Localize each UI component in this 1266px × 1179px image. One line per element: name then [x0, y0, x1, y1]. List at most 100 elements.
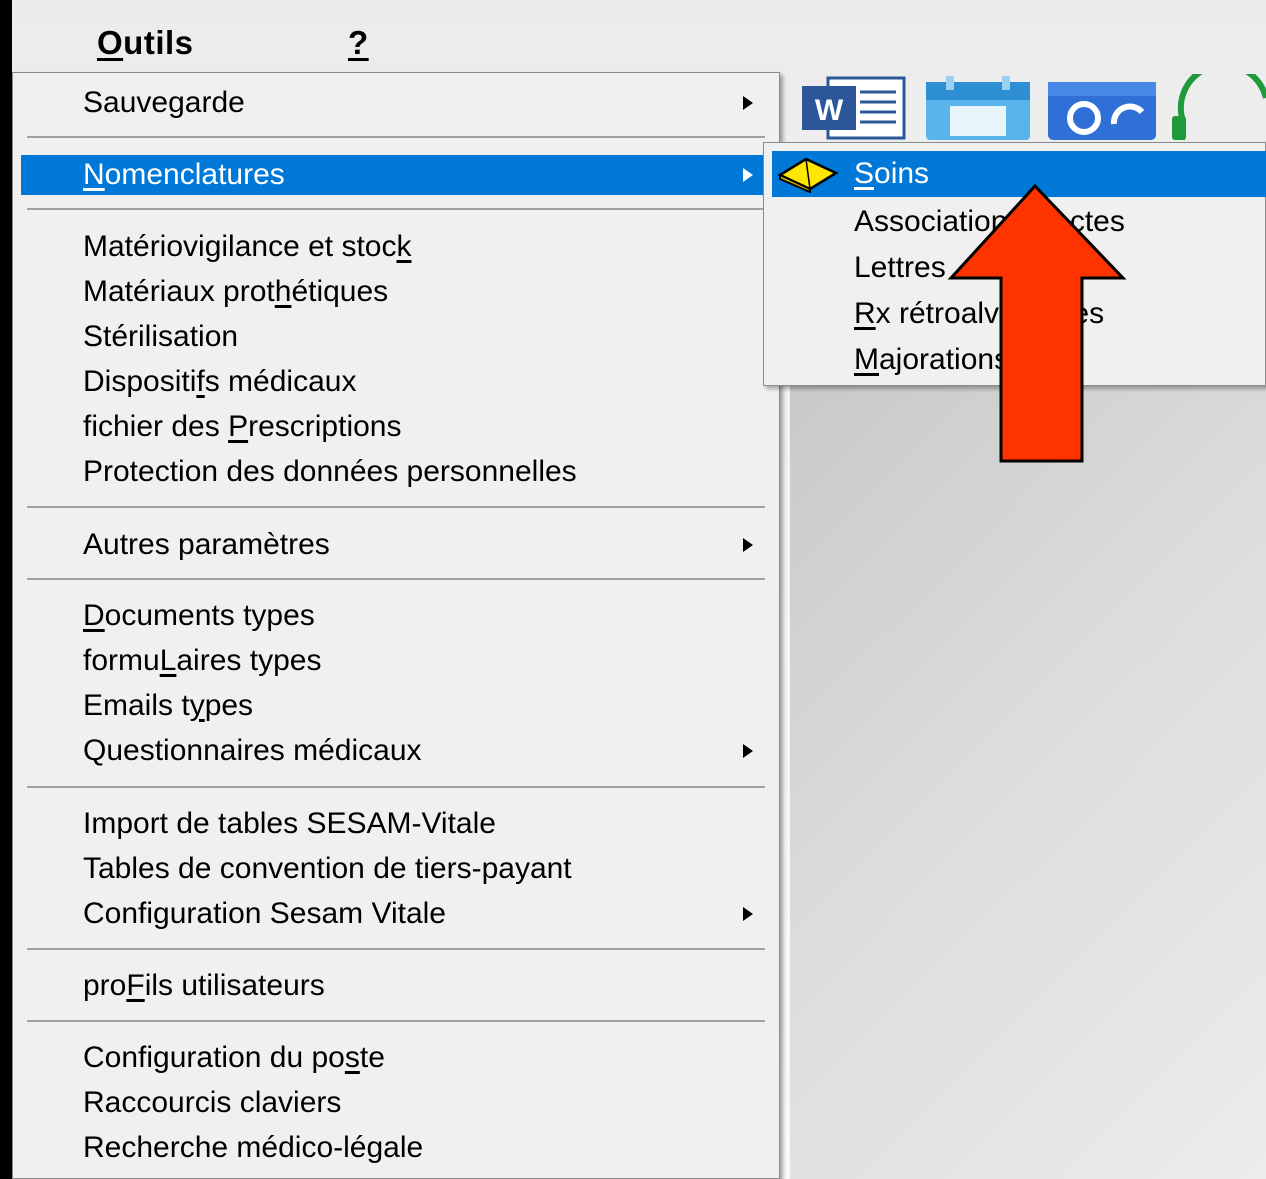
- label-text: Import de tables SESAM-Vitale: [83, 807, 496, 840]
- menu-item-label: formuLaires types: [83, 641, 321, 681]
- label-text: Protection des données personnelles: [83, 455, 577, 488]
- menu-item-sauvegarde[interactable]: Sauvegarde: [21, 83, 773, 123]
- label-text: Sauve: [83, 86, 169, 119]
- menu-item-profils-utilisateurs[interactable]: proFils utilisateurs: [21, 966, 773, 1006]
- label-text: Tables de convention de tiers-payant: [83, 852, 572, 885]
- menu-item-label: Import de tables SESAM-Vitale: [83, 804, 496, 844]
- menu-item-label: Stérilisation: [83, 317, 238, 357]
- submenu-arrow-icon: [743, 538, 753, 552]
- menu-help-label: ?: [348, 24, 369, 61]
- accelerator-key: D: [83, 599, 105, 632]
- menu-separator: [27, 136, 765, 138]
- label-text: Raccourcis claviers: [83, 1086, 342, 1119]
- menu-item-label: Sauvegarde: [83, 83, 245, 123]
- menu-item-import-tables-sesam[interactable]: Import de tables SESAM-Vitale: [21, 804, 773, 844]
- menu-outils-accel: O: [97, 24, 124, 61]
- label-text: ocuments types: [104, 599, 315, 632]
- label-text: formu: [83, 644, 160, 677]
- menu-item-materiovigilance[interactable]: Matériovigilance et stock: [21, 227, 773, 267]
- menu-item-documents-types[interactable]: Documents types: [21, 596, 773, 636]
- label-text: pes: [204, 689, 254, 722]
- label-text: omenclatures: [104, 158, 285, 191]
- menu-item-label: Dispositifs médicaux: [83, 362, 356, 402]
- accelerator-key: N: [83, 158, 105, 191]
- menu-item-emails-types[interactable]: Emails types: [21, 686, 773, 726]
- menu-item-label: Autres paramètres: [83, 525, 330, 565]
- submenu-item-label: Lettres: [854, 245, 946, 291]
- menu-item-label: Raccourcis claviers: [83, 1083, 341, 1123]
- accelerator-key: F: [126, 969, 145, 1002]
- menubar: Outils ?: [12, 0, 1266, 72]
- label-text: Configuration du po: [83, 1041, 345, 1074]
- label-text: Lettres: [854, 251, 946, 284]
- google-sync-icon[interactable]: [1044, 74, 1159, 142]
- menu-item-label: Protection des données personnelles: [83, 452, 577, 492]
- accelerator-key: f: [196, 365, 205, 398]
- submenu-arrow-icon: [743, 744, 753, 758]
- label-text: oins: [874, 157, 930, 190]
- menu-item-label: Configuration Sesam Vitale: [83, 894, 446, 934]
- menu-item-label: Recherche médico-légale: [83, 1128, 423, 1168]
- label-text: Matériovigilance et stoc: [83, 230, 397, 263]
- menu-item-label: Questionnaires médicaux: [83, 731, 422, 771]
- menu-item-label: Documents types: [83, 596, 315, 636]
- menu-item-label: Matériovigilance et stock: [83, 227, 411, 267]
- accelerator-key: k: [396, 230, 412, 263]
- menu-item-dispositifs-medicaux[interactable]: Dispositifs médicaux: [21, 362, 773, 402]
- menu-item-recherche-medico-legale[interactable]: Recherche médico-légale: [21, 1128, 773, 1168]
- label-text: arde: [184, 86, 245, 119]
- menu-item-label: Emails types: [83, 686, 253, 726]
- content-area: [790, 385, 1266, 1179]
- accelerator-key: h: [274, 275, 292, 308]
- menu-item-tables-convention[interactable]: Tables de convention de tiers-payant: [21, 849, 773, 889]
- menu-item-fichier-prescriptions[interactable]: fichier des Prescriptions: [21, 407, 773, 447]
- menu-item-configuration-sesam-vitale[interactable]: Configuration Sesam Vitale: [21, 894, 773, 934]
- label-text: étiques: [291, 275, 389, 308]
- label-text: te: [359, 1041, 385, 1074]
- menu-separator: [27, 786, 765, 788]
- label-text: Recherche médico-légale: [83, 1131, 424, 1164]
- menu-item-protection-donnees[interactable]: Protection des données personnelles: [21, 452, 773, 492]
- menu-item-raccourcis-claviers[interactable]: Raccourcis claviers: [21, 1083, 773, 1123]
- menu-item-autres-parametres[interactable]: Autres paramètres: [21, 525, 773, 565]
- calendar-icon[interactable]: [922, 74, 1034, 142]
- menu-item-label: fichier des Prescriptions: [83, 407, 401, 447]
- menu-item-label: Matériaux prothétiques: [83, 272, 388, 312]
- label-text: Configuration Sesam Vitale: [83, 897, 446, 930]
- menu-item-label: proFils utilisateurs: [83, 966, 325, 1006]
- label-text: fichier des: [83, 410, 229, 443]
- accelerator-key: S: [854, 157, 875, 190]
- menu-item-questionnaires-medicaux[interactable]: Questionnaires médicaux: [21, 731, 773, 771]
- submenu-item-label: Soins: [854, 151, 929, 197]
- label-text: ils utilisateurs: [144, 969, 325, 1002]
- menu-item-sterilisation[interactable]: Stérilisation: [21, 317, 773, 357]
- menu-separator: [27, 578, 765, 580]
- label-text: pro: [83, 969, 127, 1002]
- accelerator-key: M: [854, 343, 879, 376]
- accelerator-key: y: [189, 689, 205, 722]
- label-text: Dispositi: [83, 365, 197, 398]
- menu-item-formulaires-types[interactable]: formuLaires types: [21, 641, 773, 681]
- menu-separator: [27, 208, 765, 210]
- menu-item-label: Configuration du poste: [83, 1038, 385, 1078]
- accelerator-key: s: [344, 1041, 360, 1074]
- menu-item-label: Nomenclatures: [83, 155, 285, 195]
- book-icon: [776, 155, 840, 194]
- menu-item-nomenclatures[interactable]: Nomenclatures: [21, 155, 773, 195]
- word-icon-letter: W: [815, 94, 844, 127]
- label-text: s médicaux: [204, 365, 357, 398]
- red-arrow-icon: [947, 183, 1127, 463]
- menu-help[interactable]: ?: [348, 24, 369, 62]
- word-icon[interactable]: W: [798, 74, 908, 142]
- menu-item-configuration-poste[interactable]: Configuration du poste: [21, 1038, 773, 1078]
- label-text: Stérilisation: [83, 320, 239, 353]
- menu-separator: [27, 1020, 765, 1022]
- headset-icon[interactable]: [1168, 61, 1266, 142]
- label-text: aires types: [176, 644, 322, 677]
- menu-item-materiaux-prothetiques[interactable]: Matériaux prothétiques: [21, 272, 773, 312]
- label-text: Questionnaires médicaux: [83, 734, 422, 767]
- outils-dropdown: Sauvegarde Nomenclatures Matériovigilance …: [12, 72, 780, 1179]
- accelerator-key: P: [228, 410, 249, 443]
- menu-outils[interactable]: Outils: [97, 24, 194, 62]
- menu-item-label: Tables de convention de tiers-payant: [83, 849, 572, 889]
